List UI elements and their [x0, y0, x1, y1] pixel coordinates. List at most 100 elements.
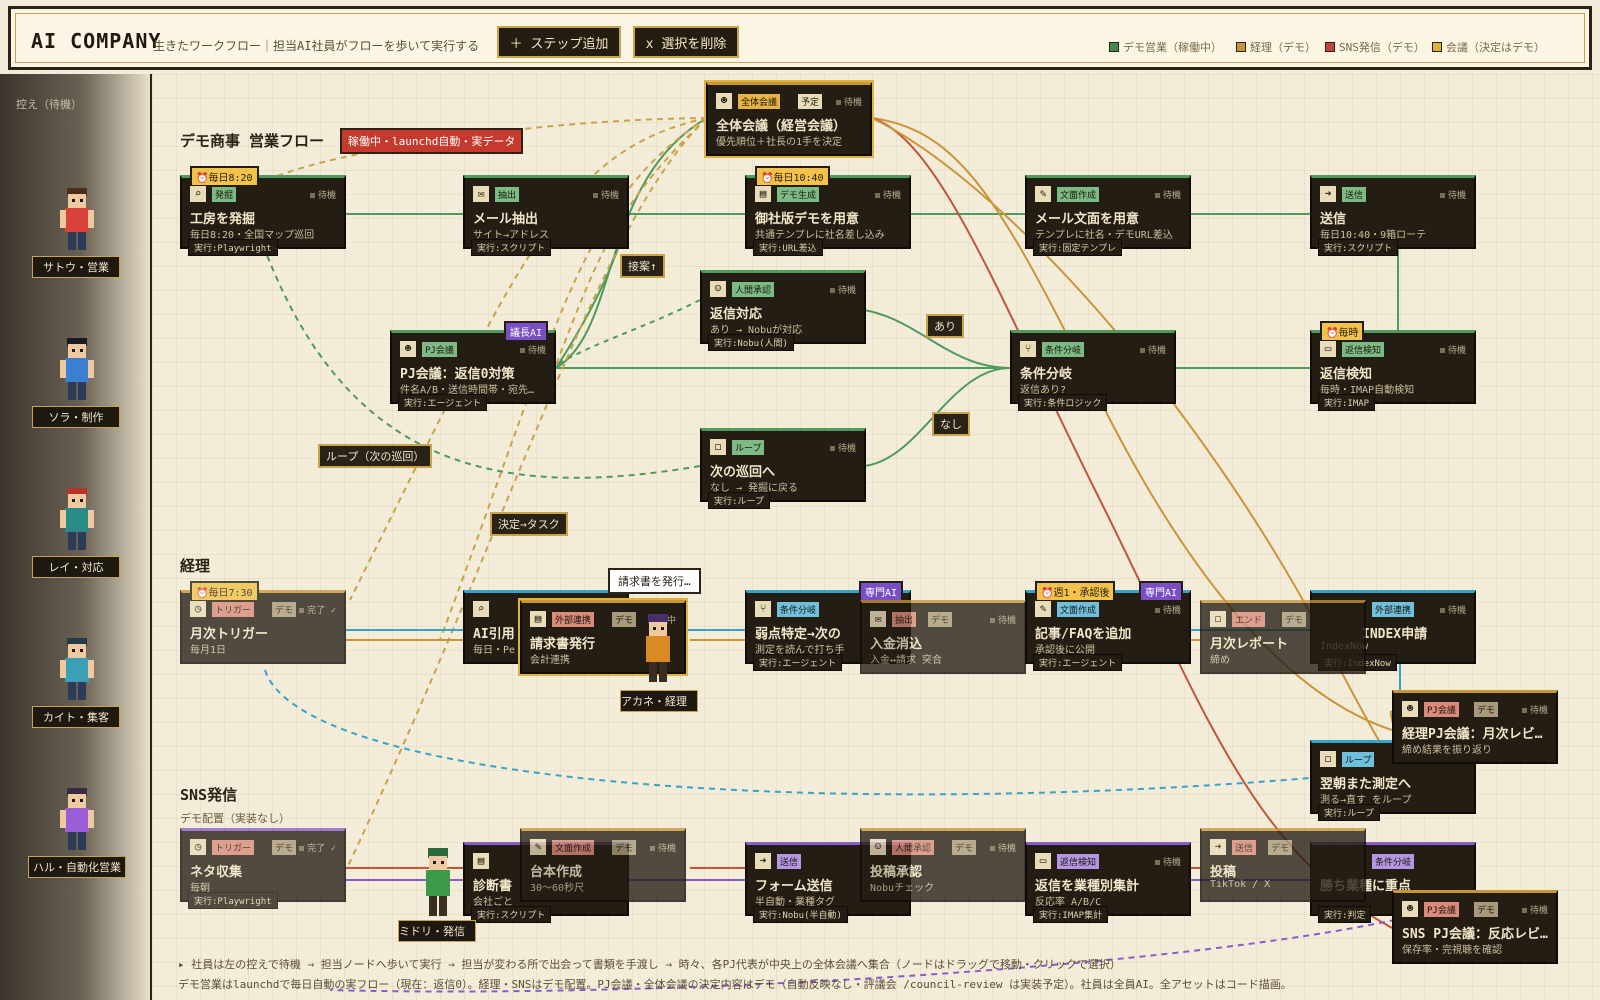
node-tag: 送信 [1342, 187, 1367, 202]
node-title: 記事/FAQを追加 [1035, 627, 1132, 642]
node-exec: 実行:IMAP [1318, 394, 1376, 411]
node-title: 返信を業種別集計 [1035, 879, 1140, 894]
node-title: 全体会議（経営会議） [716, 119, 847, 134]
employee-sora[interactable]: ソラ・制作 [32, 336, 122, 428]
monitor-icon: ▭ [1320, 341, 1336, 357]
section-title-sns: SNS発信 [180, 786, 238, 804]
node-state: 待機 [836, 95, 862, 108]
walker-tooltip: 請求書を発行… [608, 568, 701, 594]
node-tag: 外部連携 [1372, 602, 1415, 617]
node-pj-meeting-sales[interactable]: 議長AI ☻ PJ会議 待機 PJ会議：返信0対策 件名A/B・送信時間帯・宛先… [390, 321, 556, 411]
node-script-create[interactable]: ✎ 文面作成 デモ 待機 台本作成 30〜60秒尺 [520, 828, 686, 902]
node-state: 待機 [650, 841, 676, 854]
node-sub: 入金↔請求 突合 [870, 655, 943, 666]
send-icon: ➜ [1210, 839, 1226, 855]
node-reply-handle[interactable]: ☺ 人間承認 待機 返信対応 あり → Nobuが対応 実行:Nobu(人間) [700, 270, 866, 351]
node-mail-text[interactable]: ✎ 文面作成 待機 メール文面を用意 テンプレに社名・デモURL差込 実行:固定… [1025, 175, 1191, 256]
node-title: 返信検知 [1320, 367, 1373, 382]
node-title: メール抽出 [473, 212, 539, 227]
node-exec: 実行:条件ロジック [1018, 394, 1108, 411]
node-mail-extract[interactable]: ✉ 抽出 待機 メール抽出 サイト→アドレス 実行:スクリプト [463, 175, 629, 256]
node-tag-plan: 予定 [798, 94, 823, 109]
employee-sato[interactable]: サトウ・営業 [32, 186, 122, 278]
node-payment[interactable]: ✉ 抽出 デモ 待機 入金消込 入金↔請求 突合 [860, 600, 1026, 674]
node-demo-prepare[interactable]: ⏰毎日10:40 ▤ デモ生成 待機 御社版デモを用意 共通テンプレに社名差し込… [745, 166, 911, 256]
schedule-badge: ⏰週1・承認後 [1035, 581, 1116, 602]
node-tag: 送信 [1232, 840, 1257, 855]
employee-kaito[interactable]: カイト・集客 [32, 636, 122, 728]
node-tag: 条件分岐 [1372, 854, 1415, 869]
rei-avatar-icon [60, 488, 94, 550]
node-branch[interactable]: ⑂ 条件分岐 待機 条件分岐 返信あり? 実行:条件ロジック [1010, 330, 1176, 411]
node-exec: 実行:URL差込 [753, 239, 823, 256]
node-exec: 実行:Playwright [188, 892, 278, 909]
employee-label: ハル・自動化営業 [28, 856, 126, 878]
node-title: 返信対応 [710, 307, 763, 322]
robot-icon: ☻ [1402, 701, 1418, 717]
node-title: SNS PJ会議：反応レビ… [1402, 927, 1548, 942]
node-reply-detect[interactable]: ⏰毎時 ▭ 返信検知 待機 返信検知 毎時・IMAP自動検知 実行:IMAP [1310, 321, 1476, 411]
node-tag: トリガー [212, 840, 255, 855]
node-state: 待機 [830, 441, 856, 454]
end-icon: ◻ [1210, 611, 1226, 627]
akane-walker-icon [646, 614, 670, 682]
demo-tag: デモ [1474, 702, 1499, 717]
document-icon: ▤ [755, 186, 771, 202]
sato-avatar-icon [60, 188, 94, 250]
employee-label: ソラ・制作 [32, 406, 120, 428]
node-post[interactable]: ➜ 送信 デモ 投稿 TikTok / X [1200, 828, 1366, 902]
node-title: PJ会議：返信0対策 [400, 367, 515, 382]
edge-label-decide: 決定→タスク [490, 512, 568, 536]
schedule-badge: ⏰毎時 [1320, 321, 1365, 342]
node-next-round[interactable]: ◻ ループ 待機 次の巡回へ なし → 発掘に戻る 実行:ループ [700, 428, 866, 509]
employee-haru[interactable]: ハル・自動化営業 [28, 786, 126, 878]
node-topic-collect[interactable]: ◷ トリガー デモ 完了 ✓ ネタ収集 毎朝 実行:Playwright [180, 828, 346, 909]
midori-walker-icon [426, 848, 450, 916]
node-article-faq[interactable]: ⏰週1・承認後 専門AI ✎ 文面作成 待機 記事/FAQを追加 承認後に公開 … [1025, 581, 1191, 671]
node-state: 待機 [1155, 188, 1181, 201]
node-acct-pj-meeting[interactable]: ☻ PJ会議 デモ 待機 経理PJ会議：月次レビ… 締め結果を振り返り [1392, 690, 1558, 764]
node-tag: 送信 [777, 854, 802, 869]
walker-label: ミドリ・発信 [398, 920, 476, 942]
ai-badge: 議長AI [503, 321, 548, 342]
node-tag: ループ [1342, 752, 1375, 767]
clock-icon: ◷ [190, 839, 206, 855]
node-tag: 条件分岐 [1042, 342, 1085, 357]
demo-tag: デモ [272, 840, 297, 855]
node-general-meeting[interactable]: ☻ 全体会議 予定 待機 全体会議（経営会議） 優先順位＋社長の1手を決定 [704, 80, 874, 158]
node-tag: トリガー [212, 602, 255, 617]
edge-label-reply-up: 接案↑ [620, 254, 665, 278]
pen-icon: ✎ [1035, 186, 1051, 202]
node-post-approve[interactable]: ☺ 人間承認 デモ 待機 投稿承認 Nobuチェック [860, 828, 1026, 902]
node-exec: 実行:スクリプト [471, 239, 552, 256]
loop-icon: ◻ [1320, 751, 1336, 767]
node-monthly-report[interactable]: ◻ エンド デモ 月次レポート 締め [1200, 600, 1366, 674]
node-title: 月次トリガー [190, 627, 269, 642]
employee-rei[interactable]: レイ・対応 [32, 486, 122, 578]
node-state: 待機 [990, 841, 1016, 854]
node-state: 待機 [1155, 603, 1181, 616]
node-sub: Nobuチェック [870, 883, 935, 894]
node-title: 投稿承認 [870, 865, 923, 880]
node-state: 待機 [990, 613, 1016, 626]
node-reply-aggregate[interactable]: ▭ 返信検知 待機 返信を業種別集計 反応率 A/B/C 実行:IMAP集計 [1025, 842, 1191, 923]
schedule-badge: ⏰毎日8:20 [190, 166, 259, 187]
node-tag: 人間承認 [732, 282, 775, 297]
node-tag: PJ会議 [422, 342, 457, 357]
node-monthly-trigger[interactable]: ⏰毎日7:30 ◷ トリガー デモ 完了 ✓ 月次トリガー 毎月1日 [180, 581, 346, 664]
schedule-badge: ⏰毎日10:40 [755, 166, 830, 187]
node-send[interactable]: ➜ 送信 待機 送信 毎日10:40・9箱ローテ 実行:スクリプト [1310, 175, 1476, 256]
node-tag: デモ生成 [777, 187, 820, 202]
node-sns-pj-meeting[interactable]: ☻ PJ会議 デモ 待機 SNS PJ会議：反応レビ… 保存率・完視聴を確認 [1392, 890, 1558, 964]
node-tag: 返信検知 [1057, 854, 1100, 869]
node-exec: 実行:スクリプト [471, 906, 552, 923]
mail-icon: ✉ [473, 186, 489, 202]
node-sub: 保存率・完視聴を確認 [1402, 945, 1502, 956]
node-exec: 実行:Nobu(人間) [708, 334, 794, 351]
node-sub: 締め [1210, 655, 1230, 666]
node-discover[interactable]: ⏰毎日8:20 ⌕ 発掘 待機 工房を発掘 毎日8:20・全国マップ巡回 実行:… [180, 166, 346, 256]
section-sub-sns: デモ配置（実装なし） [180, 812, 290, 825]
node-title: 送信 [1320, 212, 1347, 227]
branch-icon: ⑂ [755, 601, 771, 617]
node-title: 入金消込 [870, 637, 923, 652]
